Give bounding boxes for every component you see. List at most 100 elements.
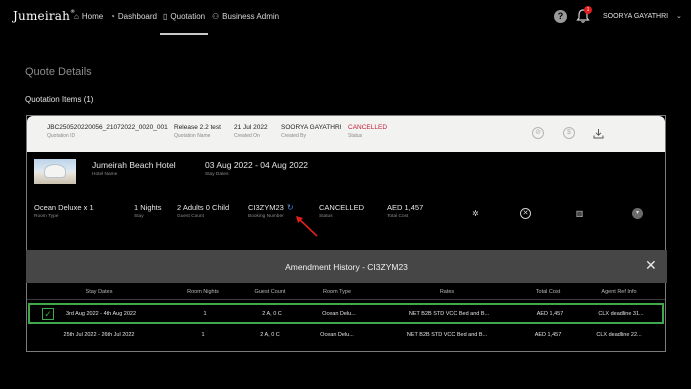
nights-field: 1 Nights Stay (134, 203, 162, 219)
cell-agent-ref-info: CLX deadline 22... (596, 332, 642, 338)
column-header-agent-ref-info: Agent Ref Info (601, 289, 637, 295)
total-cost-field: AED 1,457 Total Cost (387, 203, 423, 219)
cancel-circle-icon[interactable]: ✕ (520, 208, 531, 219)
cell-room-type: Ocean Delu... (320, 332, 354, 338)
column-header-rates: Rates (439, 289, 455, 295)
nights-value: 1 Nights (134, 203, 162, 212)
quotation-header: JBC250520220056_21072022_0020_001 Quotat… (27, 116, 665, 152)
nav-quotation[interactable]: ▯ Quotation (163, 12, 205, 21)
top-navigation: Jumeirah® ⌂ Home ◔ Dashboard ▯ Quotation… (0, 0, 691, 36)
created-on-label: Created On (234, 133, 260, 139)
stay-dates-value: 03 Aug 2022 - 04 Aug 2022 (205, 160, 309, 170)
nav-home-label: Home (81, 12, 104, 21)
users-icon: ⚇ (212, 12, 220, 21)
document-icon: ▯ (163, 12, 168, 21)
cell-guest-count: 2 A, 0 C (262, 311, 282, 317)
notification-badge: 1 (584, 6, 592, 14)
created-on-field: 21 Jul 2022 Created On (234, 124, 268, 139)
cell-guest-count: 2 A, 0 C (260, 332, 280, 338)
room-status-value: CANCELLED (319, 203, 365, 212)
quotation-item-card: JBC250520220056_21072022_0020_001 Quotat… (26, 115, 667, 352)
quotation-status-label: Status (348, 133, 363, 139)
cell-room-nights: 1 (203, 311, 207, 317)
cell-stay-dates: 3rd Aug 2022 - 4th Aug 2022 (65, 311, 137, 317)
created-by-value: SOORYA GAYATHRI (281, 124, 342, 131)
nights-label: Stay (134, 214, 144, 219)
guest-count-value: 2 Adults 0 Child (177, 203, 230, 212)
guest-count-label: Guest Count (177, 214, 204, 219)
user-menu-label[interactable]: SOORYA GAYATHRI (603, 13, 668, 20)
cell-room-nights: 1 (201, 332, 205, 338)
room-status-field: CANCELLED Status (319, 203, 364, 219)
wand-icon[interactable]: ✲ (470, 208, 481, 219)
nav-quotation-label: Quotation (170, 12, 206, 21)
chevron-down-icon[interactable]: ⌄ (676, 12, 682, 20)
quotation-status-value: CANCELLED (348, 124, 388, 131)
amendment-history-header: Amendment History - CI3ZYM23 ✕ (26, 250, 667, 283)
quotation-id-field: JBC250520220056_21072022_0020_001 Quotat… (47, 124, 168, 139)
column-header-room-nights: Room Nights (187, 289, 219, 295)
booking-number-field: CI3ZYM23 ↻ Booking Number (248, 203, 294, 219)
chevron-down-icon[interactable]: ▾ (632, 208, 643, 219)
amendment-history-title: Amendment History - CI3ZYM23 (285, 262, 408, 272)
quotation-name-field: Release 2.2 test Quotation Name (174, 124, 221, 139)
cell-rates: NET B2B STD VCC Bed and B... (408, 311, 490, 317)
quotation-name-value: Release 2.2 test (174, 124, 221, 131)
trash-icon[interactable]: ▥ (574, 208, 585, 219)
created-by-label: Created By (281, 133, 307, 139)
cell-total-cost: AED 1,457 (536, 311, 564, 317)
section-title: Quotation Items (1) (25, 95, 94, 104)
room-status-label: Status (319, 214, 333, 219)
nav-dashboard-label: Dashboard (117, 12, 157, 21)
nav-business-admin-label: Business Admin (222, 12, 280, 21)
created-on-value: 21 Jul 2022 (234, 124, 268, 131)
booking-number-label: Booking Number (248, 214, 284, 219)
cell-room-type: Ocean Delu... (322, 311, 356, 317)
home-icon: ⌂ (74, 12, 79, 21)
room-type-label: Room Type (34, 214, 59, 219)
cell-rates: NET B2B STD VCC Bed and B... (406, 332, 488, 338)
dashboard-icon: ◔ (110, 12, 115, 21)
nav-business-admin[interactable]: ⚇ Business Admin (212, 12, 279, 21)
quotation-status-field: CANCELLED Status (348, 124, 387, 139)
column-header-total-cost: Total Cost (535, 289, 561, 295)
quotation-id-value: JBC250520220056_21072022_0020_001 (47, 124, 168, 131)
booking-number-value[interactable]: CI3ZYM23 (248, 203, 284, 212)
nav-home[interactable]: ⌂ Home (74, 12, 103, 21)
hotel-name-field: Jumeirah Beach Hotel Hotel Name (92, 160, 176, 177)
page-title: Quote Details (25, 66, 92, 78)
table-row[interactable]: 25th Jul 2022 - 26th Jul 2022 1 2 A, 0 C… (27, 326, 665, 347)
created-by-field: SOORYA GAYATHRI Created By (281, 124, 341, 139)
room-type-value: Ocean Deluxe x 1 (34, 203, 94, 212)
cell-total-cost: AED 1,457 (534, 332, 562, 338)
room-type-field: Ocean Deluxe x 1 Room Type (34, 203, 94, 219)
column-header-guest-count: Guest Count (254, 289, 286, 295)
table-row[interactable]: ✓ 3rd Aug 2022 - 4th Aug 2022 1 2 A, 0 C… (28, 303, 664, 324)
amendment-table-header: Stay Dates Room Nights Guest Count Room … (27, 286, 665, 300)
download-icon[interactable] (593, 128, 604, 139)
brand-logo[interactable]: Jumeirah® (13, 9, 75, 23)
hotel-thumbnail (34, 159, 76, 184)
nav-dashboard[interactable]: ◔ Dashboard (110, 12, 157, 21)
total-cost-value: AED 1,457 (387, 203, 424, 212)
hotel-name-value: Jumeirah Beach Hotel (92, 160, 176, 170)
ban-icon[interactable]: ⊘ (532, 127, 544, 139)
close-icon[interactable]: ✕ (645, 258, 657, 272)
cell-stay-dates: 25th Jul 2022 - 26th Jul 2022 (63, 332, 135, 338)
help-icon[interactable]: ? (554, 10, 567, 23)
quotation-name-label: Quotation Name (174, 133, 211, 139)
hotel-name-label: Hotel Name (92, 172, 118, 177)
dollar-icon[interactable]: $ (563, 127, 575, 139)
column-header-stay-dates: Stay Dates (85, 289, 113, 295)
nav-active-indicator (160, 33, 208, 35)
column-header-room-type: Room Type (322, 289, 352, 295)
row-checkbox-checked[interactable]: ✓ (42, 308, 54, 320)
stay-dates-label: Stay Dates (205, 172, 229, 177)
total-cost-label: Total Cost (387, 214, 409, 219)
stay-dates-field: 03 Aug 2022 - 04 Aug 2022 Stay Dates (205, 160, 308, 177)
hotel-building-shape (44, 164, 66, 178)
guest-count-field: 2 Adults 0 Child Guest Count (177, 203, 229, 219)
cell-agent-ref-info: CLX deadline 31... (598, 311, 644, 317)
quotation-id-label: Quotation ID (47, 133, 76, 139)
history-refresh-icon[interactable]: ↻ (287, 203, 294, 212)
